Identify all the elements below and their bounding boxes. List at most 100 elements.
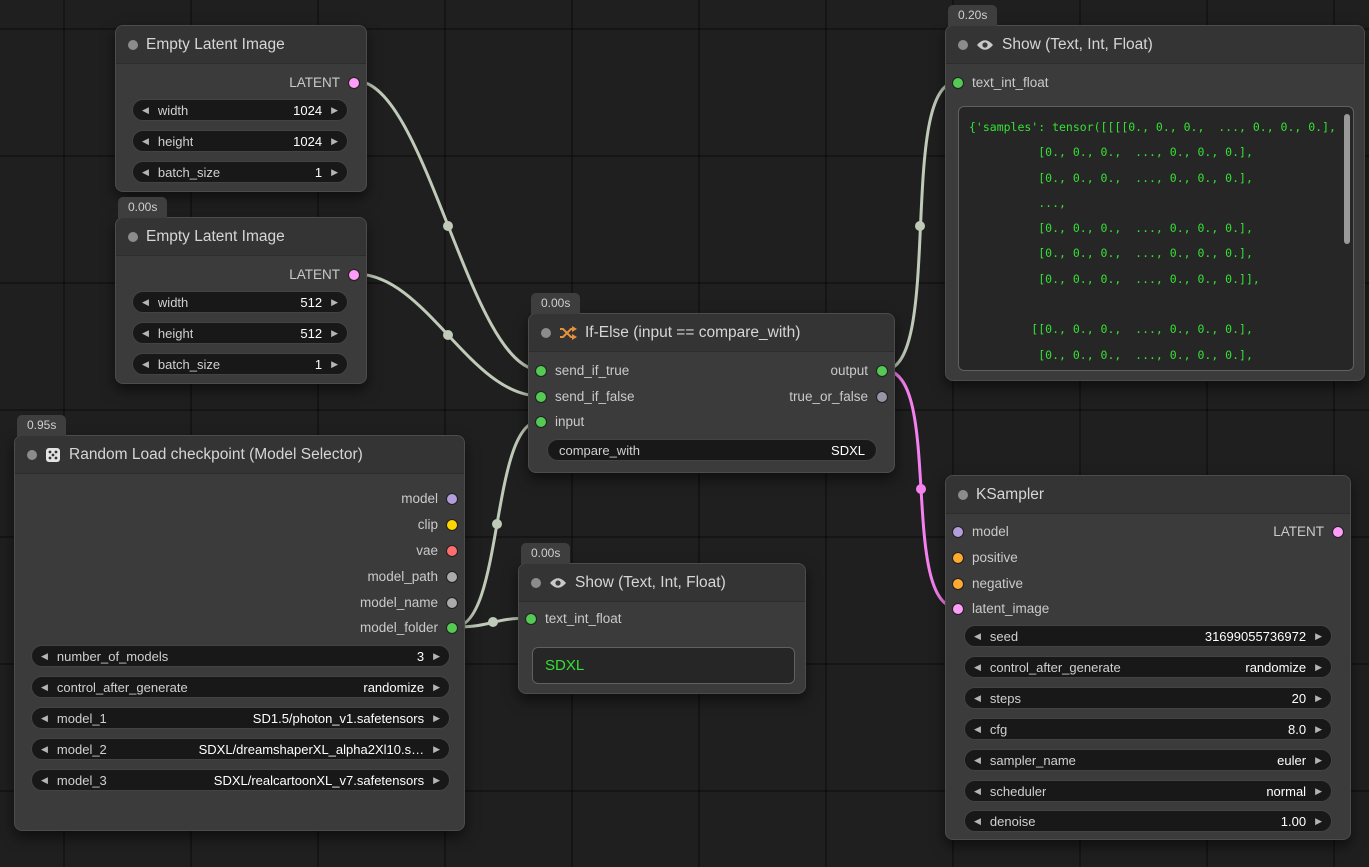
increment-arrow-icon[interactable]: ▶ xyxy=(433,683,440,692)
clip-output-dot[interactable] xyxy=(447,520,457,530)
decrement-arrow-icon[interactable]: ◀ xyxy=(41,776,48,785)
model-output-dot[interactable] xyxy=(447,494,457,504)
collapse-dot[interactable] xyxy=(531,578,541,588)
link-midpoint-dot[interactable] xyxy=(916,484,926,494)
increment-arrow-icon[interactable]: ▶ xyxy=(1315,787,1322,796)
collapse-dot[interactable] xyxy=(541,328,551,338)
widget-denoise[interactable]: ◀ denoise 1.00 ▶ xyxy=(964,810,1332,832)
widget-model-3[interactable]: ◀ model_3 SDXL/realcartoonXL_v7.safetens… xyxy=(31,769,450,791)
decrement-arrow-icon[interactable]: ◀ xyxy=(142,137,149,146)
text-int-float-input-dot[interactable] xyxy=(953,78,963,88)
increment-arrow-icon[interactable]: ▶ xyxy=(331,329,338,338)
widget-compare-with[interactable]: compare_with SDXL xyxy=(547,439,877,461)
node-title-bar[interactable]: If-Else (input == compare_with) xyxy=(529,314,894,352)
node-title-bar[interactable]: Empty Latent Image xyxy=(116,218,366,256)
increment-arrow-icon[interactable]: ▶ xyxy=(1315,694,1322,703)
input-input-dot[interactable] xyxy=(536,417,546,427)
decrement-arrow-icon[interactable]: ◀ xyxy=(41,652,48,661)
latent-output-dot[interactable] xyxy=(349,78,359,88)
collapse-dot[interactable] xyxy=(958,40,968,50)
scrollbar-thumb[interactable] xyxy=(1344,114,1350,244)
widget-number-of-models[interactable]: ◀ number_of_models 3 ▶ xyxy=(31,645,450,667)
increment-arrow-icon[interactable]: ▶ xyxy=(1315,632,1322,641)
link-midpoint-dot[interactable] xyxy=(915,221,925,231)
decrement-arrow-icon[interactable]: ◀ xyxy=(142,168,149,177)
output-output-dot[interactable] xyxy=(877,366,887,376)
model-folder-output-dot[interactable] xyxy=(447,623,457,633)
widget-width[interactable]: ◀ width 512 ▶ xyxy=(132,291,348,313)
increment-arrow-icon[interactable]: ▶ xyxy=(1315,663,1322,672)
decrement-arrow-icon[interactable]: ◀ xyxy=(974,725,981,734)
decrement-arrow-icon[interactable]: ◀ xyxy=(974,663,981,672)
link-midpoint-dot[interactable] xyxy=(443,330,453,340)
decrement-arrow-icon[interactable]: ◀ xyxy=(41,683,48,692)
node-ksampler[interactable]: KSampler model LATENT positive negative … xyxy=(945,475,1351,840)
increment-arrow-icon[interactable]: ▶ xyxy=(433,714,440,723)
model-path-output-dot[interactable] xyxy=(447,572,457,582)
vae-output-dot[interactable] xyxy=(447,546,457,556)
increment-arrow-icon[interactable]: ▶ xyxy=(331,137,338,146)
text-int-float-input-dot[interactable] xyxy=(526,614,536,624)
increment-arrow-icon[interactable]: ▶ xyxy=(1315,756,1322,765)
node-empty-latent-image-1[interactable]: Empty Latent Image LATENT ◀ width 1024 ▶… xyxy=(115,25,367,192)
true-or-false-output-dot[interactable] xyxy=(877,392,887,402)
widget-sampler-name[interactable]: ◀ sampler_name euler ▶ xyxy=(964,749,1332,771)
node-show-text-small[interactable]: 0.00s Show (Text, Int, Float) text_int_f… xyxy=(518,563,806,694)
link-midpoint-dot[interactable] xyxy=(492,519,502,529)
widget-width[interactable]: ◀ width 1024 ▶ xyxy=(132,99,348,121)
latent-output-dot[interactable] xyxy=(349,270,359,280)
positive-input-dot[interactable] xyxy=(953,553,963,563)
node-title-bar[interactable]: Random Load checkpoint (Model Selector) xyxy=(15,436,464,474)
widget-model-2[interactable]: ◀ model_2 SDXL/dreamshaperXL_alpha2Xl10.… xyxy=(31,738,450,760)
decrement-arrow-icon[interactable]: ◀ xyxy=(974,694,981,703)
decrement-arrow-icon[interactable]: ◀ xyxy=(974,756,981,765)
increment-arrow-icon[interactable]: ▶ xyxy=(331,106,338,115)
collapse-dot[interactable] xyxy=(128,40,138,50)
increment-arrow-icon[interactable]: ▶ xyxy=(433,745,440,754)
increment-arrow-icon[interactable]: ▶ xyxy=(1315,817,1322,826)
node-title-bar[interactable]: Show (Text, Int, Float) xyxy=(519,564,805,602)
node-empty-latent-image-2[interactable]: 0.00s Empty Latent Image LATENT ◀ width … xyxy=(115,217,367,384)
node-if-else[interactable]: 0.00s If-Else (input == compare_with) se… xyxy=(528,313,895,473)
widget-steps[interactable]: ◀ steps 20 ▶ xyxy=(964,687,1332,709)
decrement-arrow-icon[interactable]: ◀ xyxy=(142,298,149,307)
node-random-load-checkpoint[interactable]: 0.95s Random Load checkpoint (Model Sele… xyxy=(14,435,465,831)
link-midpoint-dot[interactable] xyxy=(443,221,453,231)
latent-output-dot[interactable] xyxy=(1333,527,1343,537)
decrement-arrow-icon[interactable]: ◀ xyxy=(142,360,149,369)
widget-batch-size[interactable]: ◀ batch_size 1 ▶ xyxy=(132,353,348,375)
link-midpoint-dot[interactable] xyxy=(488,617,498,627)
latent-image-input-dot[interactable] xyxy=(953,604,963,614)
widget-model-1[interactable]: ◀ model_1 SD1.5/photon_v1.safetensors ▶ xyxy=(31,707,450,729)
widget-cfg[interactable]: ◀ cfg 8.0 ▶ xyxy=(964,718,1332,740)
node-show-text-large[interactable]: 0.20s Show (Text, Int, Float) text_int_f… xyxy=(945,25,1365,381)
decrement-arrow-icon[interactable]: ◀ xyxy=(974,787,981,796)
show-text-area[interactable]: {'samples': tensor([[[[0., 0., 0., ..., … xyxy=(958,106,1354,371)
collapse-dot[interactable] xyxy=(958,490,968,500)
increment-arrow-icon[interactable]: ▶ xyxy=(331,168,338,177)
increment-arrow-icon[interactable]: ▶ xyxy=(331,298,338,307)
decrement-arrow-icon[interactable]: ◀ xyxy=(41,714,48,723)
widget-scheduler[interactable]: ◀ scheduler normal ▶ xyxy=(964,780,1332,802)
negative-input-dot[interactable] xyxy=(953,579,963,589)
decrement-arrow-icon[interactable]: ◀ xyxy=(974,817,981,826)
decrement-arrow-icon[interactable]: ◀ xyxy=(974,632,981,641)
increment-arrow-icon[interactable]: ▶ xyxy=(1315,725,1322,734)
collapse-dot[interactable] xyxy=(128,232,138,242)
increment-arrow-icon[interactable]: ▶ xyxy=(433,776,440,785)
widget-batch-size[interactable]: ◀ batch_size 1 ▶ xyxy=(132,161,348,183)
widget-control-after-generate[interactable]: ◀ control_after_generate randomize ▶ xyxy=(31,676,450,698)
increment-arrow-icon[interactable]: ▶ xyxy=(331,360,338,369)
decrement-arrow-icon[interactable]: ◀ xyxy=(142,106,149,115)
increment-arrow-icon[interactable]: ▶ xyxy=(433,652,440,661)
collapse-dot[interactable] xyxy=(27,450,37,460)
node-title-bar[interactable]: KSampler xyxy=(946,476,1350,514)
show-text-area[interactable]: SDXL xyxy=(532,647,795,684)
decrement-arrow-icon[interactable]: ◀ xyxy=(142,329,149,338)
model-name-output-dot[interactable] xyxy=(447,598,457,608)
node-title-bar[interactable]: Empty Latent Image xyxy=(116,26,366,64)
decrement-arrow-icon[interactable]: ◀ xyxy=(41,745,48,754)
widget-height[interactable]: ◀ height 512 ▶ xyxy=(132,322,348,344)
widget-control-after-generate[interactable]: ◀ control_after_generate randomize ▶ xyxy=(964,656,1332,678)
node-title-bar[interactable]: Show (Text, Int, Float) xyxy=(946,26,1364,64)
